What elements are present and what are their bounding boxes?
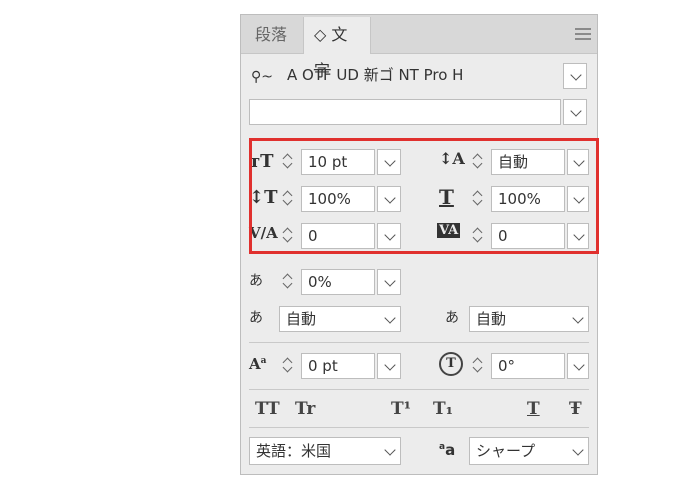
chevron-down-icon (384, 275, 396, 287)
chevron-down-icon (573, 359, 585, 371)
font-size-icon: ᴛT (249, 151, 274, 172)
divider (249, 389, 589, 390)
font-family-field[interactable]: A OTF UD 新ゴ NT Pro H (249, 63, 561, 89)
horizontal-scale-stepper[interactable] (469, 186, 489, 210)
tracking-stepper[interactable] (469, 223, 489, 247)
baseline-shift-value: 0 pt (308, 357, 338, 375)
tracking-dropdown[interactable] (567, 223, 589, 249)
chevron-down-icon (384, 229, 396, 241)
leading-dropdown[interactable] (567, 149, 589, 175)
kerning-stepper[interactable] (279, 223, 299, 247)
baseline-shift-icon: Aa (249, 355, 267, 373)
vertical-scale-field[interactable]: 100% (301, 186, 375, 212)
tsume-icon: あ (249, 273, 263, 289)
chevron-down-icon (384, 359, 396, 371)
font-size-value: 10 pt (308, 153, 348, 171)
kerning-value: 0 (308, 227, 318, 245)
aki-before-field[interactable]: 自動 (279, 306, 401, 332)
chevron-down-icon (384, 192, 396, 204)
rotation-stepper[interactable] (469, 353, 489, 377)
chevron-down-icon (572, 444, 584, 456)
chevron-down-icon (573, 229, 585, 241)
tsume-dropdown[interactable] (377, 269, 401, 295)
tsume-field[interactable]: 0% (301, 269, 375, 295)
chevron-down-icon (570, 69, 582, 81)
horizontal-scale-icon: T (439, 185, 454, 209)
aki-after-icon: あ (445, 310, 459, 326)
all-caps-button[interactable]: TT (255, 399, 280, 419)
language-value: 英語：米国 (256, 442, 332, 460)
leading-field[interactable]: 自動 (491, 149, 565, 175)
rotation-dropdown[interactable] (567, 353, 589, 379)
anti-aliasing-select[interactable]: シャープ (469, 437, 589, 465)
chevron-down-icon (384, 444, 396, 456)
kerning-field[interactable]: 0 (301, 223, 375, 249)
anti-aliasing-icon: aa (439, 441, 456, 459)
aki-before-value: 自動 (286, 310, 317, 328)
panel-menu-icon[interactable] (575, 25, 591, 40)
tracking-icon: VA (437, 223, 461, 238)
language-select[interactable]: 英語：米国 (249, 437, 401, 465)
aki-after-field[interactable]: 自動 (469, 306, 589, 332)
rotation-icon: T (439, 352, 463, 376)
vertical-scale-stepper[interactable] (279, 186, 299, 210)
small-caps-button[interactable]: Tr (295, 399, 315, 419)
strikethrough-button[interactable]: Ŧ (569, 399, 582, 419)
chevron-down-icon (570, 105, 582, 117)
tsume-value: 0% (308, 273, 332, 291)
rotation-field[interactable]: 0° (491, 353, 565, 379)
chevron-down-icon (572, 312, 584, 324)
font-family-dropdown[interactable] (563, 63, 587, 89)
vertical-scale-icon: ↕T (249, 187, 278, 208)
anti-aliasing-value: シャープ (476, 442, 536, 460)
font-family-value: A OTF UD 新ゴ NT Pro H (287, 66, 464, 84)
baseline-shift-dropdown[interactable] (377, 353, 401, 379)
font-style-field[interactable] (249, 99, 561, 125)
kerning-icon: V/A (249, 224, 278, 242)
chevron-down-icon (573, 155, 585, 167)
chevron-down-icon (384, 312, 396, 324)
horizontal-scale-value: 100% (498, 190, 541, 208)
panel-tab-bar: 段落 ◇ 文字 (241, 15, 597, 80)
vertical-scale-dropdown[interactable] (377, 186, 401, 212)
superscript-button[interactable]: T¹ (391, 399, 411, 419)
tracking-field[interactable]: 0 (491, 223, 565, 249)
font-size-field[interactable]: 10 pt (301, 149, 375, 175)
tab-paragraph[interactable]: 段落 (245, 17, 297, 53)
font-size-stepper[interactable] (279, 149, 299, 173)
baseline-shift-stepper[interactable] (279, 353, 299, 377)
aki-before-icon: あ (249, 310, 263, 326)
tsume-stepper[interactable] (279, 269, 299, 293)
font-style-dropdown[interactable] (563, 99, 587, 125)
leading-stepper[interactable] (469, 149, 489, 173)
character-panel: 段落 ◇ 文字 ⚲~ A OTF UD 新ゴ NT Pro H ᴛT 10 pt… (240, 14, 598, 475)
kerning-dropdown[interactable] (377, 223, 401, 249)
horizontal-scale-field[interactable]: 100% (491, 186, 565, 212)
divider (249, 342, 589, 343)
font-size-dropdown[interactable] (377, 149, 401, 175)
leading-icon: ↕A (439, 149, 465, 168)
tab-character[interactable]: ◇ 文字 (303, 17, 371, 80)
baseline-shift-field[interactable]: 0 pt (301, 353, 375, 379)
tracking-value: 0 (498, 227, 508, 245)
aki-after-value: 自動 (476, 310, 507, 328)
chevron-down-icon (384, 155, 396, 167)
horizontal-scale-dropdown[interactable] (567, 186, 589, 212)
leading-value: 自動 (498, 153, 529, 171)
subscript-button[interactable]: T₁ (433, 399, 453, 419)
chevron-down-icon (573, 192, 585, 204)
vertical-scale-value: 100% (308, 190, 351, 208)
rotation-value: 0° (498, 357, 516, 375)
divider (249, 427, 589, 428)
underline-button[interactable]: T (527, 399, 540, 419)
